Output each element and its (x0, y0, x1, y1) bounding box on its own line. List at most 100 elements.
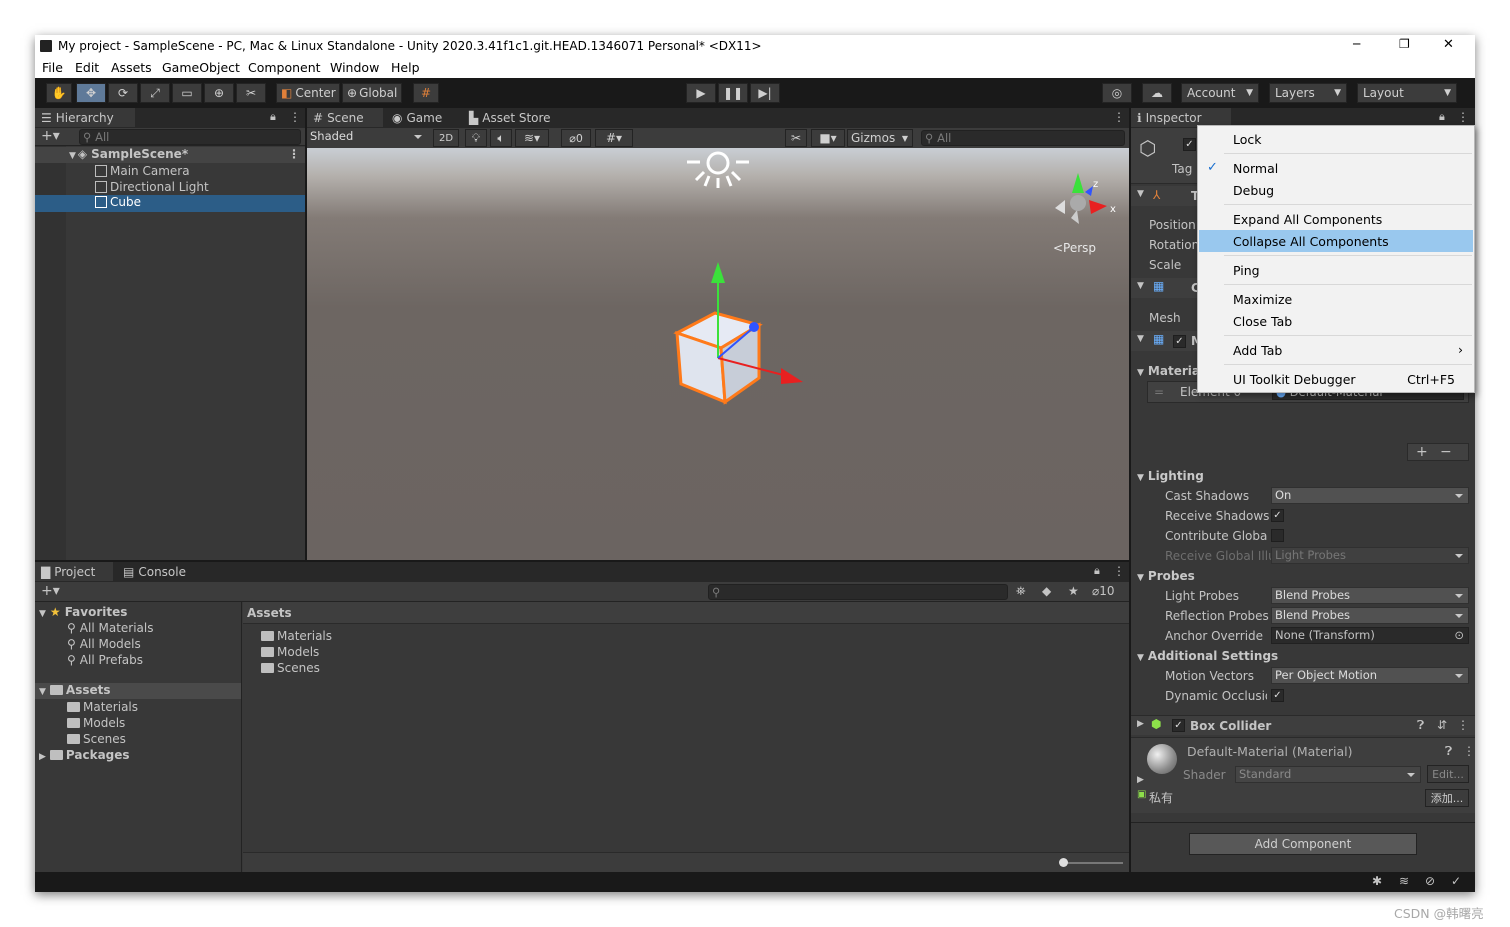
camera-dropdown[interactable]: ■▾ (811, 129, 845, 147)
effects-toggle[interactable]: ≋▾ (515, 129, 549, 147)
remove-icon[interactable]: − (1440, 444, 1452, 460)
receive-shadows-checkbox[interactable]: ✓ (1271, 509, 1284, 522)
anchor-override-field[interactable]: None (Transform) ⊙ (1271, 627, 1469, 644)
chevron-right-icon[interactable]: ▶ (1137, 775, 1144, 785)
menu-component[interactable]: Component (248, 60, 321, 75)
tab-hierarchy[interactable]: ☰ Hierarchy (35, 108, 135, 127)
bug-icon[interactable]: ✱ (1372, 874, 1382, 888)
asset-grid-item[interactable]: Scenes (261, 661, 320, 675)
hand-tool-button[interactable]: ✋ (46, 83, 72, 103)
menu-item-debug[interactable]: Debug (1199, 179, 1473, 201)
grid-toggle[interactable]: #▾ (595, 129, 633, 147)
motion-vectors-dropdown[interactable]: Per Object Motion (1271, 667, 1469, 684)
presets-icon[interactable]: ⇵ (1437, 718, 1447, 732)
menu-item-collapse-all[interactable]: Collapse All Components (1199, 230, 1473, 252)
active-checkbox[interactable]: ✓ (1183, 138, 1196, 151)
lighting-toggle[interactable]: 💡︎ (465, 129, 487, 147)
folder-item[interactable]: Models (67, 716, 125, 730)
shader-dropdown[interactable]: Standard (1235, 766, 1421, 783)
add-icon[interactable]: +▾ (41, 583, 60, 599)
help-icon[interactable]: ❓︎ (1417, 718, 1424, 733)
mesh-renderer-enabled-checkbox[interactable]: ✓ (1173, 335, 1186, 348)
folder-item[interactable]: Scenes (67, 732, 126, 746)
menu-item-ping[interactable]: Ping (1199, 259, 1473, 281)
add-icon[interactable]: + (1416, 444, 1428, 460)
more-icon[interactable]: ⋮ (289, 110, 301, 124)
asset-grid-item[interactable]: Models (261, 645, 319, 659)
menu-item-lock[interactable]: Lock (1199, 128, 1473, 150)
menu-item-expand-all[interactable]: Expand All Components (1199, 208, 1473, 230)
zoom-slider-thumb[interactable] (1059, 858, 1068, 867)
menu-item-close-tab[interactable]: Close Tab (1199, 310, 1473, 332)
favorite-item[interactable]: ⚲ All Models (67, 637, 141, 651)
more-icon[interactable]: ⋮ (288, 147, 300, 161)
assets-folder-row[interactable]: ▼ Assets (35, 683, 241, 699)
play-button[interactable]: ▶ (686, 83, 716, 103)
audio-toggle[interactable]: 🔈︎ (490, 129, 512, 147)
layout-dropdown[interactable]: Layout ▼ (1357, 83, 1457, 103)
box-collider-header[interactable]: ▶ ⬢ ✓ Box Collider ❓︎ ⇵ ⋮ (1131, 715, 1475, 735)
drag-handle-icon[interactable]: = (1154, 385, 1164, 399)
shading-mode-dropdown[interactable]: Shaded (307, 129, 427, 146)
tab-asset-store[interactable]: ▙ Asset Store (463, 108, 563, 127)
collab-icon[interactable]: ◎ (1102, 83, 1132, 103)
rotate-tool-button[interactable]: ⟳ (108, 83, 138, 103)
tab-console[interactable]: ▤ Console (117, 562, 197, 581)
shader-edit-button[interactable]: Edit... (1427, 765, 1469, 783)
tab-project[interactable]: ▇ Project (35, 562, 113, 581)
minimize-button[interactable]: ─ (1353, 37, 1360, 51)
menu-help[interactable]: Help (391, 60, 420, 75)
maximize-button[interactable]: ❐ (1399, 37, 1410, 51)
contribute-gi-checkbox[interactable] (1271, 529, 1284, 542)
check-icon[interactable]: ✓ (1451, 874, 1461, 888)
rect-tool-button[interactable]: ▭ (172, 83, 202, 103)
zoom-slider[interactable] (1063, 862, 1123, 864)
star-icon[interactable]: ★ (1068, 584, 1079, 598)
pause-button[interactable]: ❚❚ (718, 83, 748, 103)
search-by-type-icon[interactable]: ⛯ (1016, 584, 1026, 599)
folder-item[interactable]: Materials (67, 700, 138, 714)
2d-toggle[interactable]: 2D (433, 129, 459, 147)
lighting-section[interactable]: ▼ Lighting (1137, 469, 1204, 483)
light-probes-dropdown[interactable]: Blend Probes (1271, 587, 1469, 604)
add-icon[interactable]: +▾ (41, 128, 60, 144)
favorite-item[interactable]: ⚲ All Prefabs (67, 653, 143, 667)
add-label-button[interactable]: 添加... (1425, 789, 1469, 807)
menu-file[interactable]: File (42, 60, 63, 75)
menu-gameobject[interactable]: GameObject (162, 60, 240, 75)
grid-snap-button[interactable]: # (413, 83, 439, 103)
private-checkbox[interactable]: ▣ (1137, 789, 1146, 800)
cast-shadows-dropdown[interactable]: On (1271, 487, 1469, 504)
hierarchy-item-selected[interactable]: Cube (35, 195, 305, 212)
scale-tool-button[interactable]: ⤢ (140, 83, 170, 103)
pivot-center-button[interactable]: ◧ Center (276, 83, 340, 103)
hierarchy-item[interactable]: Directional Light (95, 180, 209, 194)
tab-scene[interactable]: # Scene (307, 108, 383, 127)
dynamic-occlusion-checkbox[interactable]: ✓ (1271, 689, 1284, 702)
transform-tool-button[interactable]: ⊕ (204, 83, 234, 103)
project-search-input[interactable]: ⚲ (708, 584, 1008, 600)
account-dropdown[interactable]: Account ▼ (1181, 83, 1259, 103)
hierarchy-search-input[interactable]: ⚲ All (79, 129, 301, 145)
menu-assets[interactable]: Assets (111, 60, 152, 75)
tab-game[interactable]: ◉ Game (386, 108, 458, 127)
scene-search-input[interactable]: ⚲ All (921, 130, 1125, 146)
visibility-toggle[interactable]: ⌀ 0 (561, 129, 591, 147)
more-icon[interactable]: ⋮ (1457, 110, 1469, 124)
perspective-label[interactable]: <Persp (1053, 241, 1096, 255)
hierarchy-item[interactable]: Main Camera (95, 164, 190, 178)
move-tool-button[interactable]: ✥ (76, 83, 106, 103)
more-icon[interactable]: ⋮ (1113, 564, 1125, 578)
scene-row[interactable]: ▼ ◈ SampleScene* ⋮ (35, 147, 305, 163)
lock-icon[interactable]: 🔒︎ (1439, 110, 1445, 124)
more-icon[interactable]: ⋮ (1113, 110, 1125, 124)
menu-edit[interactable]: Edit (75, 60, 99, 75)
favorites-header[interactable]: ▼ ★ Favorites (39, 605, 127, 619)
gizmos-dropdown[interactable]: Gizmos ▼ (847, 129, 913, 147)
hidden-packages-toggle[interactable]: ⌀10 (1092, 584, 1115, 598)
menu-item-add-tab[interactable]: Add Tab › (1199, 339, 1473, 361)
asset-grid-item[interactable]: Materials (261, 629, 332, 643)
more-icon[interactable]: ⋮ (1463, 744, 1475, 758)
close-button[interactable]: ✕ (1443, 37, 1454, 52)
materials-foldout[interactable]: ▼ Materia (1137, 364, 1200, 378)
